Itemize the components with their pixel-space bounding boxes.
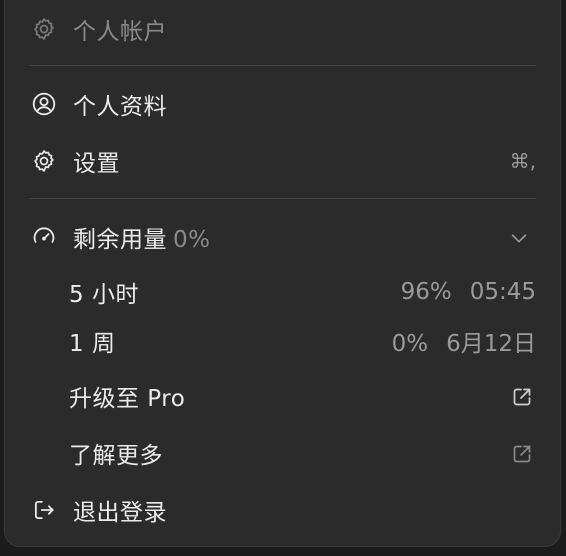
divider (29, 65, 536, 66)
menu-item-label: 升级至 Pro (69, 386, 186, 412)
user-circle-icon (31, 91, 57, 117)
usage-row-week: 1 周 0% 6月12日 (5, 319, 560, 363)
usage-row-percent: 0% (391, 331, 429, 357)
menu-item-settings[interactable]: 设置 ⌘, (5, 139, 560, 183)
gauge-icon (31, 224, 57, 250)
menu-header: 个人帐户 (5, 7, 560, 51)
menu-item-label: 设置 (73, 151, 120, 177)
menu-item-label: 了解更多 (69, 443, 163, 469)
menu-item-label: 退出登录 (73, 500, 167, 526)
usage-row-values: 0% 6月12日 (392, 324, 536, 358)
usage-toggle[interactable]: 剩余用量 0% (5, 215, 560, 259)
usage-percent: 0% (173, 227, 211, 253)
keyboard-shortcut: ⌘, (509, 149, 536, 173)
menu-item-upgrade[interactable]: 升级至 Pro (5, 374, 560, 418)
menu-item-label: 个人资料 (73, 94, 167, 120)
logout-icon (31, 497, 57, 523)
gear-icon (31, 16, 57, 42)
usage-row-label: 5 小时 (69, 282, 139, 308)
usage-title: 剩余用量 (73, 227, 167, 253)
chevron-down-icon[interactable] (508, 227, 530, 255)
menu-item-learn-more[interactable]: 了解更多 (5, 431, 560, 475)
menu-item-profile[interactable]: 个人资料 (5, 82, 560, 126)
account-menu: 个人帐户 个人资料 设置 ⌘, 剩余用量 0% 5 小时 96% 05:45 1… (4, 0, 561, 547)
usage-label: 剩余用量 0% (73, 220, 211, 254)
menu-header-title: 个人帐户 (73, 19, 167, 45)
divider (29, 198, 536, 199)
external-link-icon (510, 385, 534, 415)
usage-row-percent: 96% (400, 279, 452, 305)
external-link-icon (510, 442, 534, 472)
menu-item-logout[interactable]: 退出登录 (5, 488, 560, 532)
usage-row-values: 96% 05:45 (401, 279, 536, 305)
usage-row-reset: 6月12日 (446, 331, 536, 357)
usage-row-5h: 5 小时 96% 05:45 (5, 270, 560, 314)
gear-icon (31, 148, 57, 174)
usage-row-label: 1 周 (69, 331, 116, 357)
usage-row-reset: 05:45 (469, 279, 536, 305)
